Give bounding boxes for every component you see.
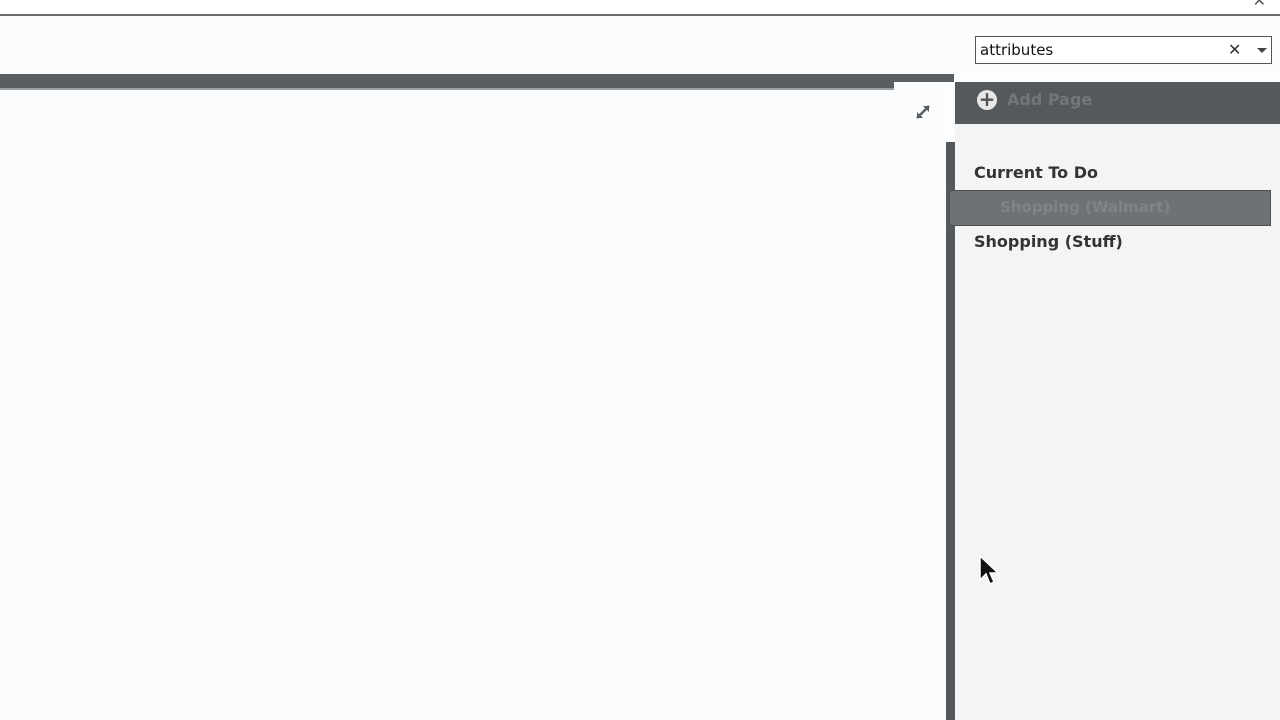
- add-page-label: Add Page: [1007, 90, 1093, 109]
- page-header-bar-extension: [894, 74, 954, 82]
- plus-circle-icon: +: [977, 87, 997, 111]
- add-page-button[interactable]: + Add Page: [955, 82, 1280, 124]
- toolbar: ✕: [0, 16, 1280, 74]
- page-item-label: Shopping (Walmart): [1000, 198, 1171, 216]
- app-window: ✕ ✕ + Add Page Current To Do Shopping (W…: [0, 0, 1280, 720]
- page-header-bar: [0, 74, 894, 90]
- page-item-current-to-do[interactable]: Current To Do: [974, 163, 1098, 182]
- search-input[interactable]: [980, 40, 1220, 60]
- window-title-bar: ✕: [0, 0, 1280, 16]
- close-icon[interactable]: ✕: [1253, 0, 1266, 9]
- expand-icon[interactable]: [914, 103, 932, 121]
- pages-sidebar: + Add Page Current To Do Shopping (Walma…: [949, 82, 1280, 720]
- page-item-shopping-walmart[interactable]: Shopping (Walmart): [949, 190, 1271, 226]
- page-item-shopping-stuff[interactable]: Shopping (Stuff): [974, 232, 1123, 251]
- page-content-area[interactable]: [0, 90, 946, 720]
- chevron-down-icon[interactable]: [1257, 48, 1267, 53]
- search-box[interactable]: ✕: [975, 36, 1272, 64]
- panel-divider[interactable]: [946, 142, 955, 720]
- mouse-cursor-icon: [979, 555, 1000, 586]
- clear-icon[interactable]: ✕: [1228, 40, 1241, 60]
